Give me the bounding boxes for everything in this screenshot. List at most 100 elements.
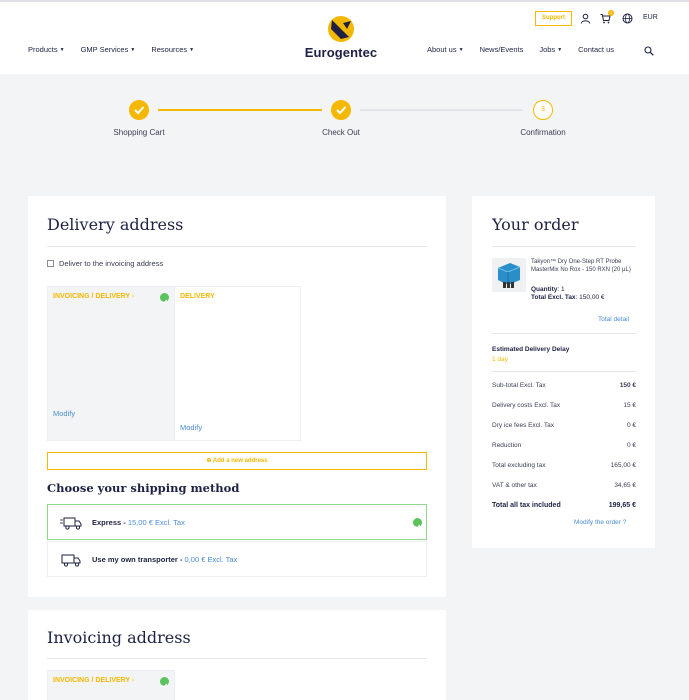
add-new-address-button[interactable]: ⊕ Add a new address xyxy=(47,452,427,470)
order-row-reduction: Reduction 0 € xyxy=(492,442,636,449)
selected-check-icon xyxy=(160,293,169,304)
row-value: 15 € xyxy=(623,402,636,409)
step-connector-done xyxy=(158,109,322,111)
nav-about-label: About us xyxy=(427,45,457,54)
quantity-label: Quantity xyxy=(531,286,558,293)
order-row-subtotal: Sub-total Excl. Tax 150 € xyxy=(492,382,636,389)
selected-check-icon xyxy=(413,518,422,529)
modify-address-link[interactable]: Modify xyxy=(180,423,202,432)
row-label: VAT & other tax xyxy=(492,482,537,489)
row-label: Total all tax included xyxy=(492,502,561,509)
divider xyxy=(47,246,427,247)
modify-address-link[interactable]: Modify xyxy=(53,409,75,418)
step-label-shopping-cart: Shopping Cart xyxy=(113,128,165,137)
globe-icon[interactable] xyxy=(622,13,633,24)
chevron-down-icon: ▼ xyxy=(59,47,65,54)
total-excl-label: Total Excl. Tax xyxy=(531,294,576,301)
total-detail-link[interactable]: Total detail xyxy=(598,316,629,323)
support-button[interactable]: Support xyxy=(535,11,572,26)
delivery-address-title: Delivery address xyxy=(47,215,184,234)
shipping-option-own-transporter[interactable]: Use my own transporter - 0,00 € Excl. Ta… xyxy=(47,541,427,577)
delivery-delay-label: Estimated Delivery Delay xyxy=(492,346,570,353)
row-label: Reduction xyxy=(492,442,522,449)
address-box-title: INVOICING / DELIVERY - xyxy=(53,677,135,684)
nav-gmp-services[interactable]: GMP Services ▼ xyxy=(81,45,136,54)
order-row-total-excl: Total excluding tax 165,00 € xyxy=(492,462,636,469)
nav-contact-us[interactable]: Contact us xyxy=(578,45,614,54)
nav-products[interactable]: Products ▼ xyxy=(28,45,65,54)
nav-gmp-label: GMP Services xyxy=(80,45,129,54)
chevron-down-icon: ▼ xyxy=(458,47,464,54)
deliver-to-invoicing-checkbox[interactable] xyxy=(47,260,54,267)
nav-news-events[interactable]: News/Events xyxy=(480,45,524,54)
product-quantity: Quantity: 1 xyxy=(531,286,565,293)
product-thumbnail xyxy=(492,258,526,292)
selected-check-icon xyxy=(160,677,169,688)
address-box-title: DELIVERY xyxy=(180,293,215,300)
delivery-address-box[interactable]: DELIVERY Modify xyxy=(174,286,301,441)
order-summary-card xyxy=(472,196,655,548)
invoicing-address-title: Invoicing address xyxy=(47,628,191,647)
invoicing-delivery-address-box[interactable]: INVOICING / DELIVERY - Modify xyxy=(47,286,175,441)
row-label: Dry ice fees Excl. Tax xyxy=(492,422,555,429)
brand-name[interactable]: Eurogentec xyxy=(298,45,384,60)
nav-jobs-label: Jobs xyxy=(539,45,556,54)
express-option-name: Express - xyxy=(92,518,126,527)
search-icon[interactable] xyxy=(644,46,654,56)
product-name: Takyon™ Dry One-Step RT Probe MasterMix … xyxy=(531,259,631,273)
order-summary-title: Your order xyxy=(492,215,579,234)
step-label-confirmation: Confirmation xyxy=(520,128,566,137)
order-row-dry-ice: Dry ice fees Excl. Tax 0 € xyxy=(492,422,636,429)
nav-jobs[interactable]: Jobs ▼ xyxy=(539,45,562,54)
check-icon xyxy=(336,106,347,115)
row-value: 0 € xyxy=(626,442,636,449)
invoicing-address-box[interactable]: INVOICING / DELIVERY - xyxy=(47,670,175,700)
divider xyxy=(492,333,636,334)
own-transporter-option-text: Use my own transporter - 0,00 € Excl. Ta… xyxy=(92,555,237,564)
step-confirmation: 3 xyxy=(533,100,553,120)
quantity-value: : 1 xyxy=(557,286,565,293)
chevron-down-icon: ▼ xyxy=(557,47,563,54)
step-connector-todo xyxy=(360,109,523,111)
row-label: Delivery costs Excl. Tax xyxy=(492,402,561,409)
express-option-price: 15,00 € Excl. Tax xyxy=(127,518,185,527)
order-row-delivery-costs: Delivery costs Excl. Tax 15 € xyxy=(492,402,636,409)
deliver-to-invoicing-label: Deliver to the invoicing address xyxy=(59,259,164,268)
user-icon[interactable] xyxy=(580,13,591,24)
check-icon xyxy=(134,106,145,115)
main-nav-left: Products ▼ GMP Services ▼ Resources ▼ xyxy=(28,45,194,54)
product-total-excl: Total Excl. Tax: 150,00 € xyxy=(531,294,604,301)
eurogentec-logo-icon[interactable] xyxy=(327,15,355,43)
shipping-option-express[interactable]: Express - 15,00 € Excl. Tax xyxy=(47,504,427,540)
site-header: Eurogentec Products ▼ GMP Services ▼ Resou… xyxy=(0,2,689,74)
nav-about-us[interactable]: About us ▼ xyxy=(427,45,464,54)
divider xyxy=(492,246,636,247)
own-transporter-option-name: Use my own transporter - xyxy=(92,555,183,564)
chevron-down-icon: ▼ xyxy=(130,47,136,54)
row-value: 199,65 € xyxy=(608,502,636,509)
row-value: 165,00 € xyxy=(610,462,636,469)
nav-resources-label: Resources xyxy=(151,45,188,54)
row-value: 34,65 € xyxy=(614,482,636,489)
modify-order-link[interactable]: Modify the order ? xyxy=(574,519,626,526)
cart-count-badge: 1 xyxy=(608,10,614,16)
address-box-title: INVOICING / DELIVERY - xyxy=(53,293,135,300)
divider xyxy=(492,371,636,372)
express-truck-icon xyxy=(60,517,82,530)
chevron-down-icon: ▼ xyxy=(189,47,195,54)
own-transporter-truck-icon xyxy=(61,554,81,567)
order-row-total-incl: Total all tax included 199,65 € xyxy=(492,502,636,509)
total-excl-value: : 150,00 € xyxy=(575,294,605,301)
divider xyxy=(47,658,427,659)
nav-products-label: Products xyxy=(28,45,58,54)
deliver-to-invoicing-row[interactable]: Deliver to the invoicing address xyxy=(47,259,163,268)
row-label: Total excluding tax xyxy=(492,462,546,469)
currency-selector[interactable]: EUR xyxy=(643,14,658,21)
checkout-stepper: Shopping Cart Check Out 3 Confirmation xyxy=(0,100,689,150)
step-check-out xyxy=(331,100,351,120)
own-transporter-option-price: 0,00 € Excl. Tax xyxy=(184,555,238,564)
row-label: Sub-total Excl. Tax xyxy=(492,382,546,389)
main-nav-right: About us ▼ News/Events Jobs ▼ Contact us xyxy=(427,45,614,54)
nav-resources[interactable]: Resources ▼ xyxy=(151,45,194,54)
express-option-text: Express - 15,00 € Excl. Tax xyxy=(92,518,185,527)
